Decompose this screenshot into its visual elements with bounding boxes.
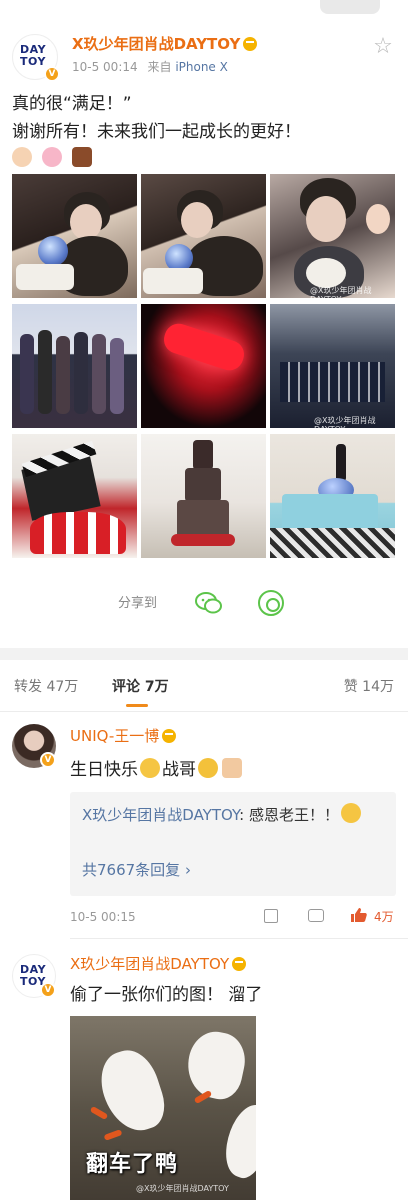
post-time: 10-5 00:14 bbox=[72, 60, 138, 74]
image-watermark: @X玖少年团肖战DAYTOY bbox=[136, 1184, 229, 1193]
top-pill bbox=[320, 0, 380, 14]
reply-more-text: 共7667条回复 bbox=[82, 861, 181, 879]
tabs-divider bbox=[0, 711, 408, 712]
post-text: 真的很“满足！” 谢谢所有！未来我们一起成长的更好！ bbox=[12, 90, 402, 146]
crown-icon bbox=[232, 957, 247, 971]
photo-5[interactable] bbox=[141, 304, 266, 428]
chevron-right-icon: › bbox=[184, 861, 191, 879]
tab-active-underline bbox=[126, 704, 148, 707]
comment-1-verified-badge-icon: V bbox=[40, 752, 56, 768]
pig-emoji-icon bbox=[42, 146, 63, 167]
photo-6-watermark: @X玖少年团肖战DAYTOY bbox=[314, 416, 376, 428]
comment-1-text-part2: 战哥 bbox=[162, 760, 196, 780]
comment-1-author-text: UNIQ-王一博 bbox=[70, 727, 160, 745]
comment-1-text: 生日快乐 战哥 bbox=[70, 758, 244, 781]
verified-badge-icon: V bbox=[44, 66, 60, 82]
comment-divider bbox=[70, 938, 408, 939]
cake-face-emoji-icon bbox=[140, 758, 160, 778]
photo-1[interactable] bbox=[12, 174, 137, 298]
photo-7[interactable] bbox=[12, 434, 137, 558]
reply-more-link[interactable]: 共7667条回复 › bbox=[82, 860, 191, 880]
photo-grid: @X玖少年团肖战DAYTOY @X玖少年团肖战DAYTOY bbox=[12, 174, 396, 558]
top-strip bbox=[0, 0, 408, 22]
like-thumb-icon[interactable] bbox=[350, 907, 368, 923]
comment-1-text-part1: 生日快乐 bbox=[70, 760, 138, 780]
favorite-star-icon[interactable]: ☆ bbox=[372, 36, 394, 58]
comment-2-image[interactable]: 翻车了鸭 @X玖少年团肖战DAYTOY bbox=[70, 1016, 256, 1200]
comment-2-text: 偷了一张你们的图！ 溜了 bbox=[70, 985, 263, 1005]
pray-emoji-icon bbox=[12, 146, 32, 167]
photo-3-watermark: @X玖少年团肖战DAYTOY bbox=[310, 286, 372, 298]
reply-text: X玖少年团肖战DAYTOY: 感恩老王！！ bbox=[82, 802, 388, 828]
reply-box[interactable]: X玖少年团肖战DAYTOY: 感恩老王！！ 共7667条回复 › bbox=[70, 792, 396, 896]
photo-6[interactable]: @X玖少年团肖战DAYTOY bbox=[270, 304, 395, 428]
post-text-line1: 真的很“满足！” bbox=[12, 94, 132, 114]
post-author-text: X玖少年团肖战DAYTOY bbox=[72, 35, 241, 53]
section-separator bbox=[0, 648, 408, 660]
reply-content: : 感恩老王！！ bbox=[239, 806, 339, 824]
photo-2[interactable] bbox=[141, 174, 266, 298]
comment-1-time: 10-5 00:15 bbox=[70, 910, 136, 924]
tab-comments[interactable]: 评论 7万 bbox=[112, 678, 169, 696]
wechat-icon[interactable] bbox=[194, 590, 224, 616]
photo-3[interactable]: @X玖少年团肖战DAYTOY bbox=[270, 174, 395, 298]
image-caption: 翻车了鸭 bbox=[86, 1152, 179, 1177]
comment-1-like-count: 4万 bbox=[374, 910, 394, 924]
comment-2-verified-badge-icon: V bbox=[40, 982, 56, 998]
reply-author[interactable]: X玖少年团肖战DAYTOY bbox=[82, 806, 239, 824]
comment-1-author[interactable]: UNIQ-王一博 bbox=[70, 726, 177, 746]
post-source[interactable]: iPhone X bbox=[175, 60, 228, 74]
post-text-line2: 谢谢所有！未来我们一起成长的更好！ bbox=[12, 122, 301, 142]
avatar-logo-text: DAY TOY bbox=[20, 43, 47, 68]
photo-8[interactable] bbox=[141, 434, 266, 558]
cake-emoji-icon bbox=[72, 146, 93, 167]
crown-icon bbox=[162, 729, 177, 743]
moments-icon[interactable] bbox=[258, 590, 284, 616]
sunglasses-emoji-icon bbox=[340, 803, 361, 823]
share-row: 分享到 bbox=[0, 590, 408, 618]
tab-likes[interactable]: 赞 14万 bbox=[344, 678, 394, 696]
post-emoji-row bbox=[12, 146, 97, 168]
reply-comment-icon[interactable] bbox=[308, 909, 324, 922]
thumbs-up-emoji-icon bbox=[222, 758, 242, 778]
post-author-name[interactable]: X玖少年团肖战DAYTOY bbox=[72, 34, 258, 54]
post-meta: 10-5 00:14 来自 iPhone X bbox=[72, 59, 228, 75]
comment-2-author[interactable]: X玖少年团肖战DAYTOY bbox=[70, 954, 247, 974]
crown-icon bbox=[243, 37, 258, 51]
laugh-emoji-icon bbox=[198, 758, 218, 778]
photo-9[interactable] bbox=[270, 434, 395, 558]
interaction-tabs: 转发 47万 评论 7万 赞 14万 bbox=[0, 660, 408, 712]
post-source-prefix: 来自 bbox=[147, 60, 172, 74]
comment-2-author-text: X玖少年团肖战DAYTOY bbox=[70, 955, 230, 973]
photo-4[interactable] bbox=[12, 304, 137, 428]
share-label: 分享到 bbox=[118, 596, 158, 611]
tab-repost[interactable]: 转发 47万 bbox=[14, 678, 78, 696]
forward-icon[interactable] bbox=[264, 909, 278, 923]
